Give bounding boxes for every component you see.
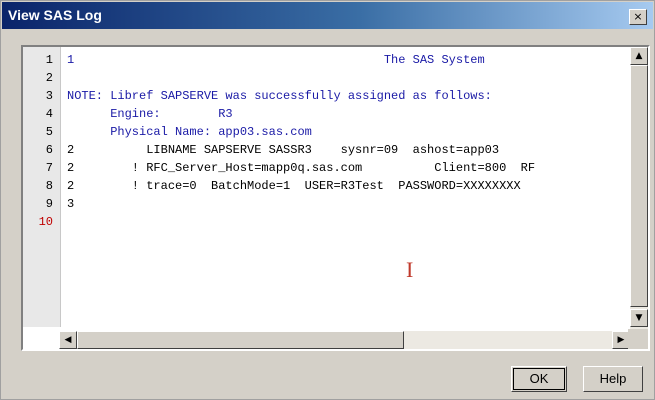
log-line: Physical Name: app03.sas.com — [67, 125, 312, 139]
vertical-scrollbar[interactable]: ▲ ▼ — [630, 47, 648, 329]
scroll-left-icon[interactable]: ◀ — [59, 331, 77, 349]
line-number: 8 — [45, 179, 53, 193]
line-number: 1 — [45, 53, 53, 67]
window-title: View SAS Log — [8, 7, 102, 23]
log-line: 2 LIBNAME SAPSERVE SASSR3 sysnr=09 ashos… — [67, 143, 500, 157]
horizontal-scrollbar[interactable]: ◀ ▶ — [59, 331, 630, 349]
line-number: 2 — [45, 71, 53, 85]
line-number-gutter: 1 2 3 4 5 6 7 8 9 10 — [23, 47, 61, 327]
log-line: 2 ! RFC_Server_Host=mapp0q.sas.com Clien… — [67, 161, 536, 175]
text-cursor-icon: I — [406, 257, 414, 282]
scroll-corner — [628, 329, 648, 349]
scroll-down-icon[interactable]: ▼ — [630, 309, 648, 327]
scroll-up-icon[interactable]: ▲ — [630, 47, 648, 65]
horizontal-scroll-thumb[interactable] — [77, 331, 404, 349]
log-line: 3 — [67, 197, 75, 211]
help-button[interactable]: Help — [583, 366, 643, 392]
line-number: 3 — [45, 89, 53, 103]
log-viewer[interactable]: 1 2 3 4 5 6 7 8 9 10 1 The SAS System NO… — [21, 45, 650, 351]
log-text-area[interactable]: 1 The SAS System NOTE: Libref SAPSERVE w… — [63, 47, 630, 327]
line-number: 7 — [45, 161, 53, 175]
line-number-current: 10 — [38, 215, 53, 229]
vertical-scroll-thumb[interactable] — [630, 65, 648, 307]
line-number: 6 — [45, 143, 53, 157]
ok-button[interactable]: OK — [511, 366, 567, 392]
close-icon[interactable]: × — [629, 9, 647, 25]
log-line: 2 ! trace=0 BatchMode=1 USER=R3Test PASS… — [67, 179, 521, 193]
line-number: 9 — [45, 197, 53, 211]
view-sas-log-dialog: View SAS Log × 1 2 3 4 5 6 7 8 9 10 1 Th… — [0, 0, 655, 400]
line-number: 5 — [45, 125, 53, 139]
line-number: 4 — [45, 107, 53, 121]
log-line: NOTE: Libref SAPSERVE was successfully a… — [67, 89, 492, 103]
title-bar: View SAS Log × — [2, 2, 653, 29]
log-line: Engine: R3 — [67, 107, 233, 121]
log-line: 1 The SAS System — [67, 53, 485, 67]
